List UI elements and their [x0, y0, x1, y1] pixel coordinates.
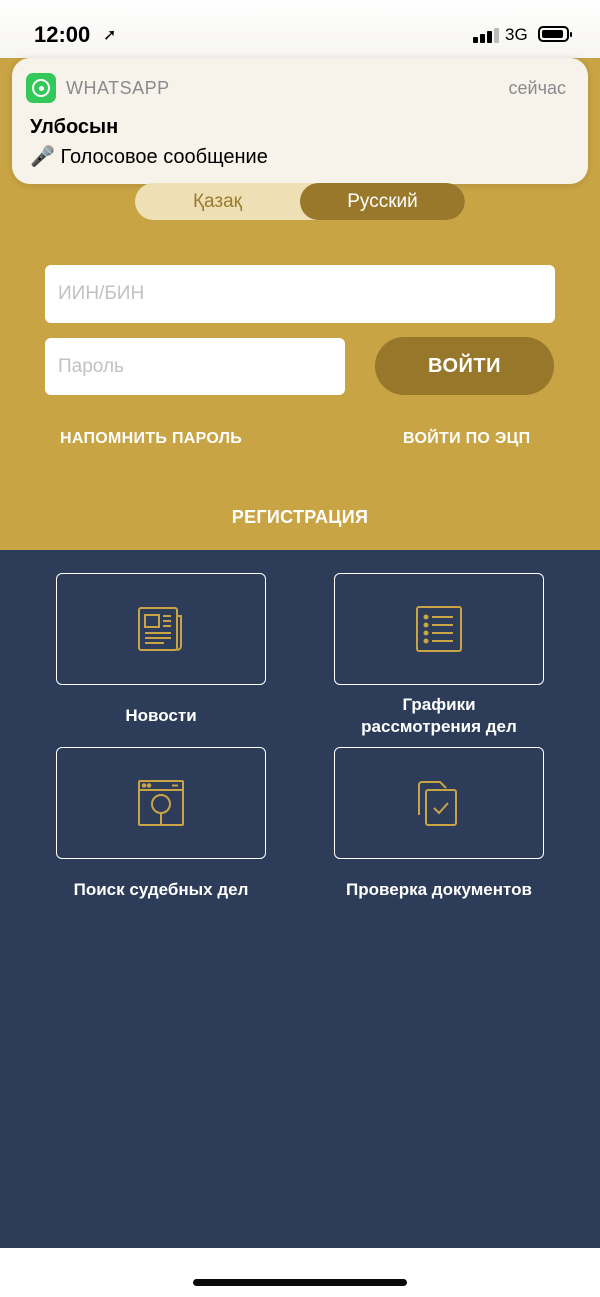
ecp-login-link[interactable]: ВОЙТИ ПО ЭЦП: [403, 430, 530, 448]
schedules-label: Графики рассмотрения дел: [361, 695, 517, 736]
document-check-icon: [418, 781, 457, 826]
case-search-tile[interactable]: [56, 747, 266, 859]
case-search-label: Поиск судебных дел: [73, 880, 249, 899]
notification-message: 🎤 Голосовое сообщение: [30, 146, 268, 168]
home-indicator[interactable]: [193, 1279, 407, 1286]
language-toggle: Қазақ Русский: [135, 183, 465, 220]
network-type: 3G: [505, 25, 528, 44]
home-bar-area: [0, 1248, 600, 1297]
status-bar: 12:00 ➚ 3G: [0, 0, 600, 58]
whatsapp-icon: [26, 73, 56, 103]
news-label: Новости: [125, 706, 197, 725]
remind-password-link[interactable]: НАПОМНИТЬ ПАРОЛЬ: [60, 430, 242, 448]
newspaper-icon: [138, 607, 182, 651]
signal-icon: [473, 27, 499, 43]
password-input[interactable]: [45, 338, 345, 395]
document-check-tile[interactable]: [334, 747, 544, 859]
search-archive-icon: [138, 780, 184, 826]
iin-bin-input[interactable]: [45, 265, 555, 323]
document-check-label: Проверка документов: [346, 880, 532, 899]
login-button[interactable]: ВОЙТИ: [375, 337, 554, 395]
notification-banner[interactable]: WHATSAPP сейчас Улбосын 🎤 Голосовое сооб…: [12, 58, 588, 184]
schedules-tile[interactable]: [334, 573, 544, 685]
news-tile[interactable]: [56, 573, 266, 685]
notification-sender: Улбосын: [30, 116, 119, 138]
list-icon: [416, 606, 462, 652]
language-option-russian[interactable]: Русский: [300, 183, 465, 220]
location-arrow-icon: ➚: [103, 27, 117, 44]
status-time: 12:00: [34, 22, 91, 47]
notification-time: сейчас: [508, 78, 566, 98]
register-link[interactable]: РЕГИСТРАЦИЯ: [0, 507, 600, 528]
notification-app-name: WHATSAPP: [66, 78, 170, 98]
language-option-kazakh[interactable]: Қазақ: [135, 183, 300, 220]
battery-icon: [538, 26, 572, 42]
